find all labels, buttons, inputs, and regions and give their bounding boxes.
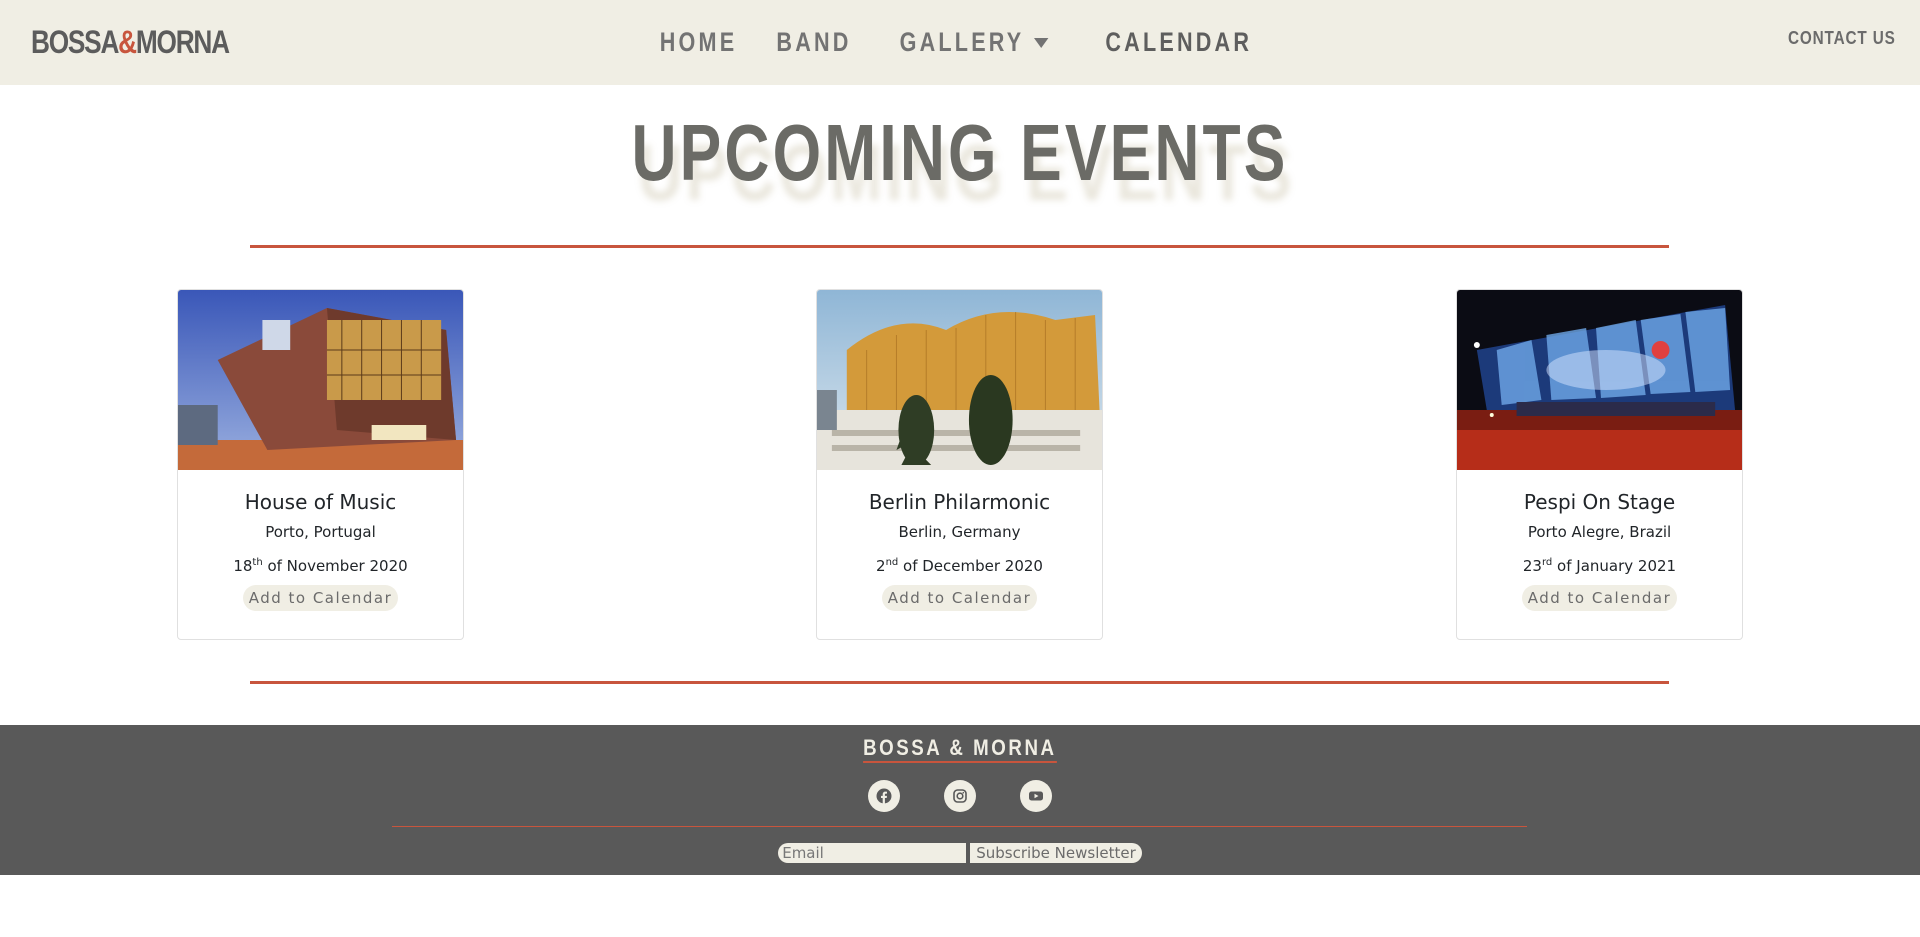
youtube-icon[interactable] [1020, 780, 1052, 812]
event-location: Porto Alegre, Brazil [1527, 523, 1672, 541]
event-title: Berlin Philarmonic [868, 490, 1051, 514]
brand-logo[interactable]: BOSSA&MORNA [31, 22, 230, 62]
navbar: BOSSA&MORNA HOME BAND GALLERY CALENDAR C… [0, 0, 1920, 85]
email-field[interactable] [778, 843, 967, 863]
nav-gallery-label: GALLERY [899, 27, 1025, 57]
event-date: 18th of November 2020 [233, 557, 408, 575]
add-to-calendar-button[interactable]: Add to Calendar [242, 585, 399, 611]
footer-divider [392, 826, 1527, 827]
nav-band-link[interactable]: BAND [776, 27, 851, 58]
nav-menu: HOME BAND GALLERY CALENDAR [0, 0, 1920, 85]
contact-us-link[interactable]: CONTACT US [1788, 28, 1896, 49]
venue-image-berlin-philarmonic [817, 290, 1102, 470]
event-card: Berlin Philarmonic Berlin, Germany 2nd o… [816, 289, 1103, 640]
bottom-divider [250, 681, 1669, 684]
add-to-calendar-button[interactable]: Add to Calendar [881, 585, 1038, 611]
event-title: House of Music [244, 490, 397, 514]
footer-brand: BOSSA & MORNA [0, 735, 1920, 763]
event-title: Pespi On Stage [1523, 490, 1676, 514]
facebook-icon[interactable] [868, 780, 900, 812]
newsletter-form: Subscribe Newsletter [0, 843, 1920, 863]
event-date: 2nd of December 2020 [876, 557, 1043, 575]
subscribe-newsletter-button[interactable]: Subscribe Newsletter [970, 843, 1142, 863]
event-card: Pespi On Stage Porto Alegre, Brazil 23rd… [1456, 289, 1743, 640]
event-location: Porto, Portugal [265, 523, 376, 541]
event-date: 23rd of January 2021 [1522, 557, 1677, 575]
instagram-icon[interactable] [944, 780, 976, 812]
event-location: Berlin, Germany [898, 523, 1021, 541]
venue-image-house-of-music [178, 290, 463, 470]
social-links [0, 780, 1920, 812]
venue-image-pespi-on-stage [1457, 290, 1742, 470]
footer: BOSSA & MORNA Subscribe Newsletter [0, 725, 1920, 875]
nav-calendar-link[interactable]: CALENDAR [1105, 27, 1252, 58]
nav-gallery-dropdown[interactable]: GALLERY [899, 27, 1049, 58]
event-card: House of Music Porto, Portugal 18th of N… [177, 289, 464, 640]
nav-home-link[interactable]: HOME [659, 27, 737, 58]
top-divider [250, 245, 1669, 248]
page-title: UPCOMING EVENTS [631, 108, 1289, 197]
caret-down-icon [1033, 37, 1049, 48]
add-to-calendar-button[interactable]: Add to Calendar [1521, 585, 1678, 611]
